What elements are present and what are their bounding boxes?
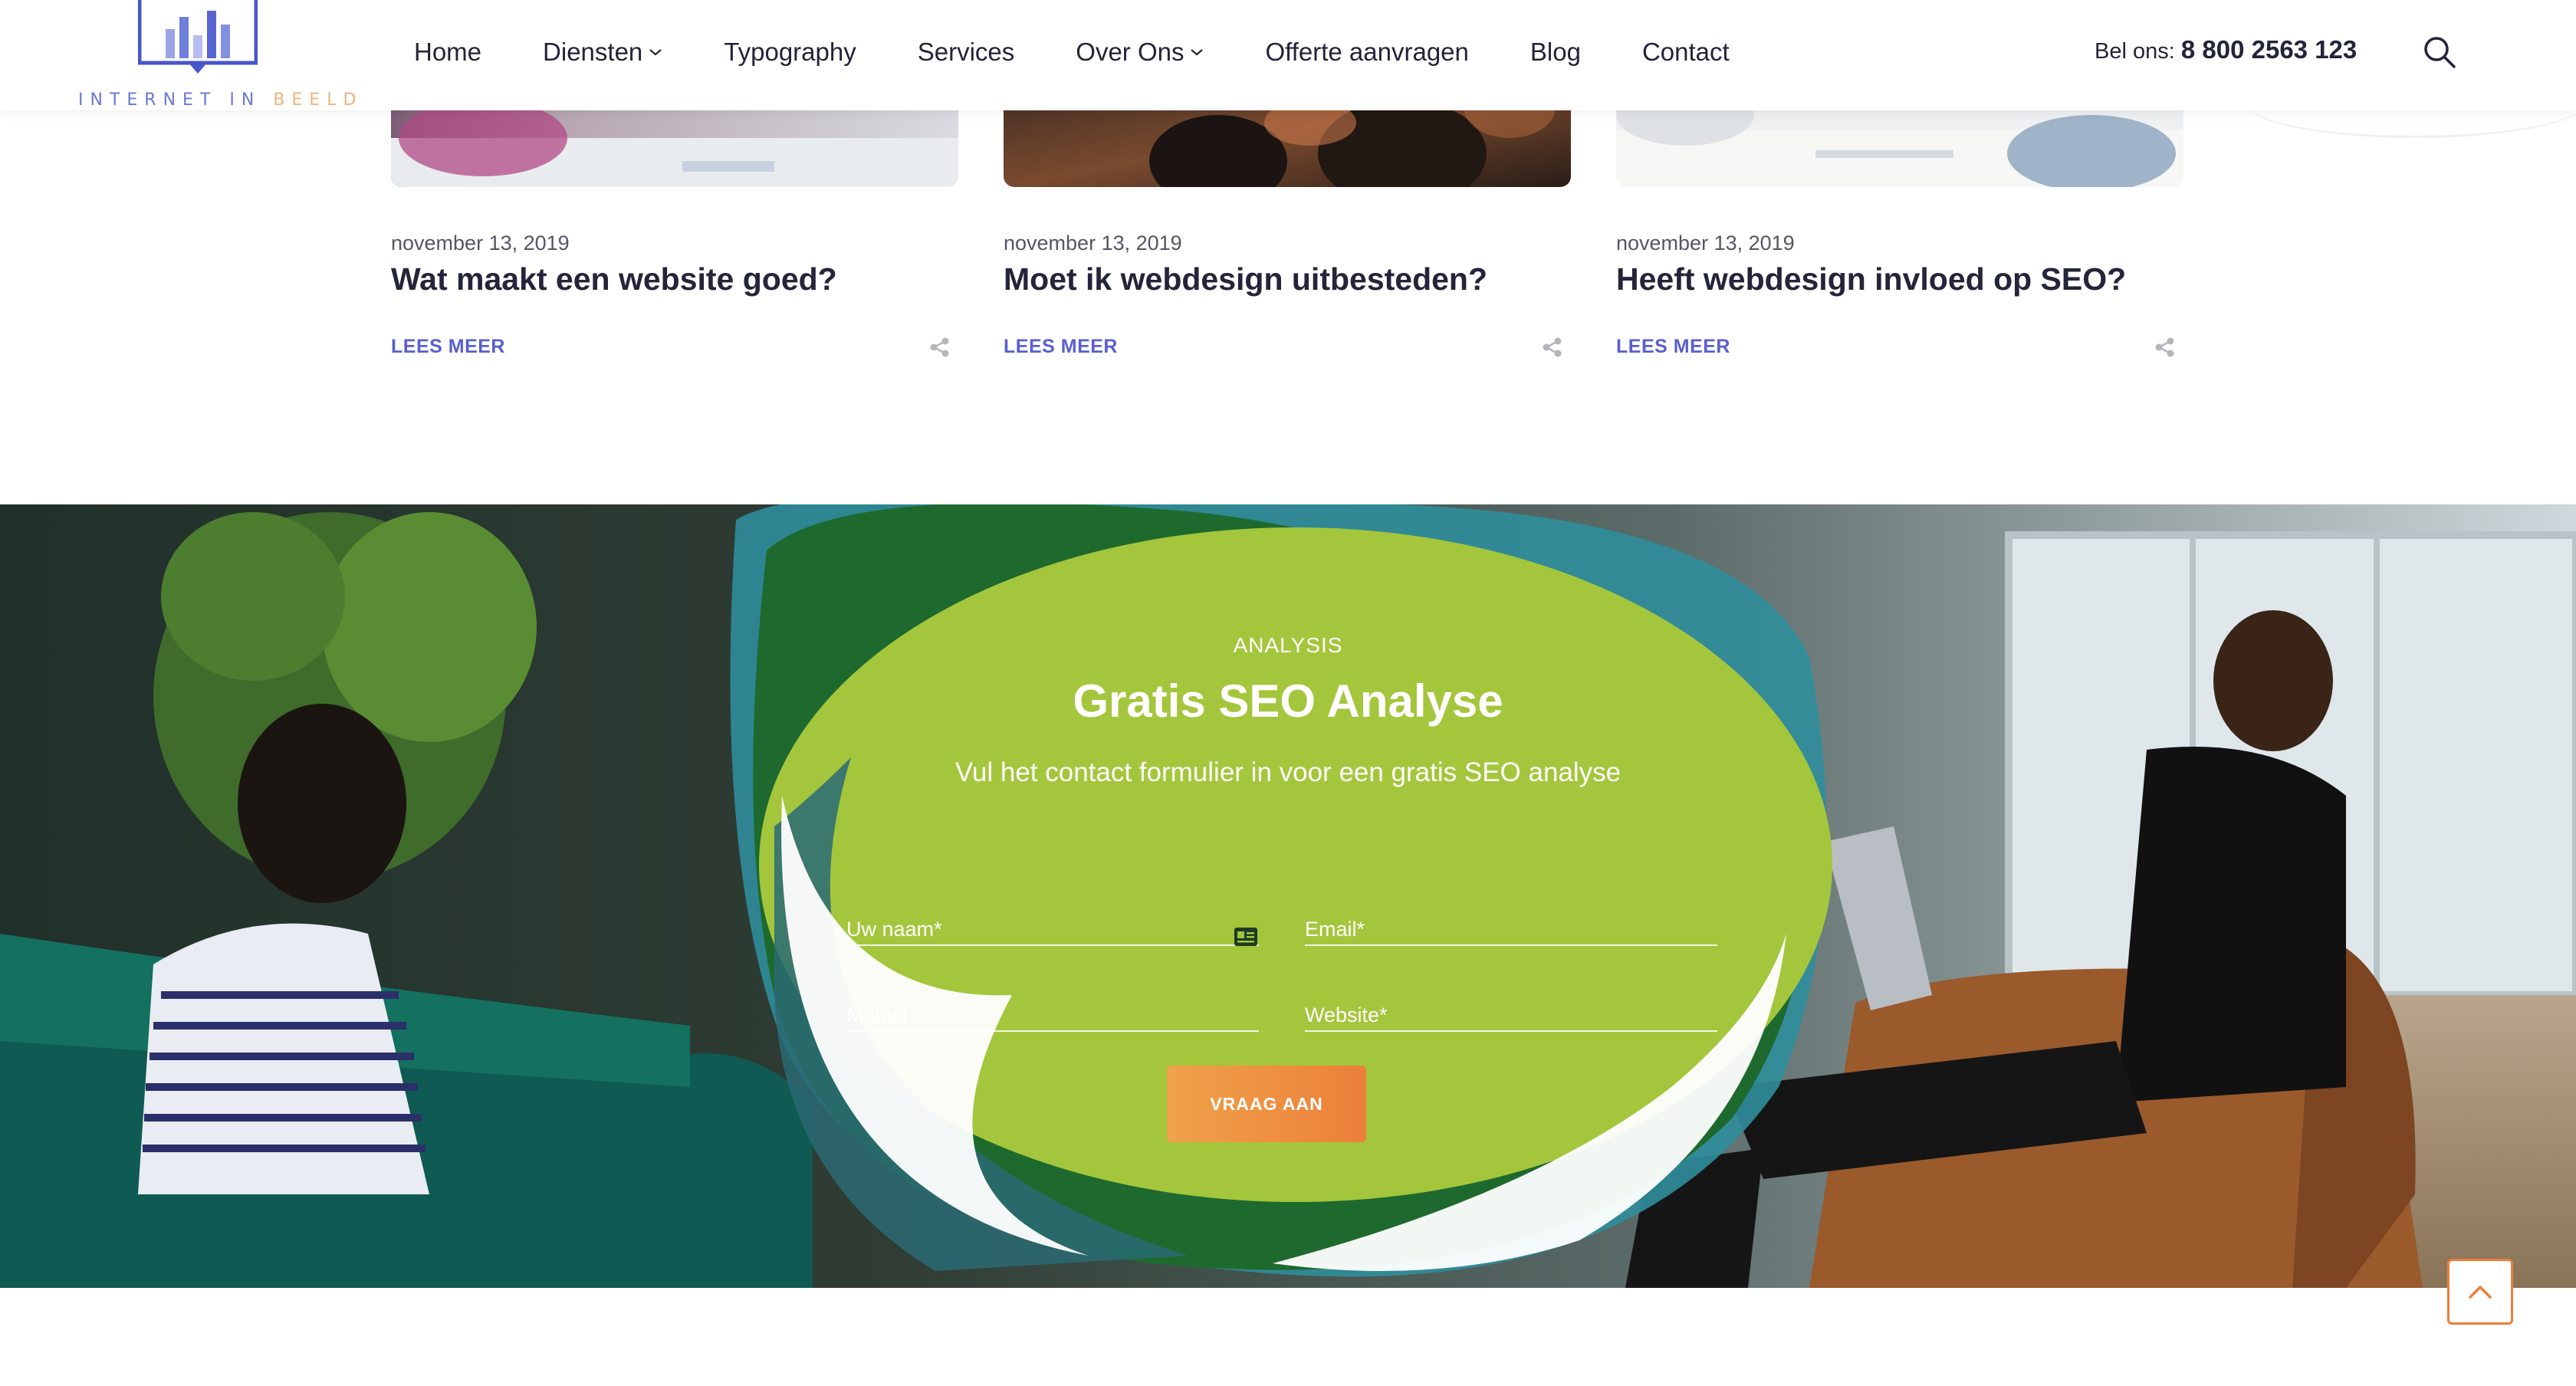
submit-button[interactable]: VRAAG AAN — [1167, 1066, 1366, 1142]
phone-label: Bel ons: — [2095, 39, 2175, 64]
nav-item-offerte-aanvragen[interactable]: Offerte aanvragen — [1265, 38, 1468, 67]
nav-item-services[interactable]: Services — [918, 38, 1015, 67]
name-field — [846, 898, 1259, 946]
site-logo[interactable]: INTERNET IN BEELD — [74, 0, 356, 110]
read-more-link[interactable]: LEES MEER — [1616, 336, 1730, 358]
scroll-to-top-button[interactable] — [2447, 1259, 2513, 1325]
blog-card: november 13, 2019 Moet ik webdesign uitb… — [1004, 77, 1571, 358]
post-date: november 13, 2019 — [1616, 232, 1795, 255]
nav-item-contact[interactable]: Contact — [1642, 38, 1730, 67]
nav-item-home[interactable]: Home — [414, 38, 481, 67]
seo-analysis-section: ANALYSIS Gratis SEO Analyse Vul het cont… — [0, 504, 2576, 1288]
section-eyebrow: ANALYSIS — [1233, 633, 1343, 657]
email-input[interactable] — [1305, 898, 1717, 944]
chevron-down-icon — [649, 49, 662, 56]
share-icon[interactable] — [1542, 337, 1563, 358]
chevron-down-icon — [1191, 49, 1204, 56]
nav-item-typography[interactable]: Typography — [724, 38, 856, 67]
post-date: november 13, 2019 — [391, 232, 570, 255]
main-nav: Home Diensten Typography Services Over O… — [414, 0, 1791, 104]
post-title[interactable]: Wat maakt een website goed? — [391, 261, 958, 297]
section-title: Gratis SEO Analyse — [1073, 675, 1503, 727]
website-input[interactable] — [1305, 984, 1717, 1030]
mobile-field — [846, 984, 1259, 1032]
phone-contact[interactable]: Bel ons: 8 800 2563 123 — [2095, 35, 2357, 64]
bar-chart-logo-icon — [138, 0, 258, 74]
nav-item-over-ons[interactable]: Over Ons — [1076, 38, 1204, 67]
nav-item-diensten[interactable]: Diensten — [543, 38, 662, 67]
read-more-link[interactable]: LEES MEER — [1004, 336, 1118, 358]
section-subtitle: Vul het contact formulier in voor een gr… — [955, 757, 1622, 787]
post-title[interactable]: Moet ik webdesign uitbesteden? — [1004, 261, 1571, 297]
phone-number[interactable]: 8 800 2563 123 — [2181, 35, 2357, 64]
share-icon[interactable] — [2154, 337, 2176, 358]
blog-card: november 13, 2019 Heeft webdesign invloe… — [1616, 77, 2183, 358]
website-field — [1305, 984, 1717, 1032]
nav-item-blog[interactable]: Blog — [1530, 38, 1581, 67]
site-header: INTERNET IN BEELD Home Diensten Typograp… — [0, 0, 2576, 110]
post-date: november 13, 2019 — [1004, 232, 1182, 255]
post-title[interactable]: Heeft webdesign invloed op SEO? — [1616, 261, 2183, 297]
share-icon[interactable] — [929, 337, 951, 358]
contact-card-icon — [1234, 928, 1257, 946]
name-input[interactable] — [846, 898, 1259, 944]
chevron-up-icon — [2469, 1286, 2492, 1299]
mobile-input[interactable] — [846, 984, 1259, 1030]
search-icon[interactable] — [2421, 34, 2458, 71]
email-field — [1305, 898, 1717, 946]
read-more-link[interactable]: LEES MEER — [391, 336, 505, 358]
logo-text: INTERNET IN BEELD — [78, 90, 363, 110]
blog-card: november 13, 2019 Wat maakt een website … — [391, 77, 958, 358]
